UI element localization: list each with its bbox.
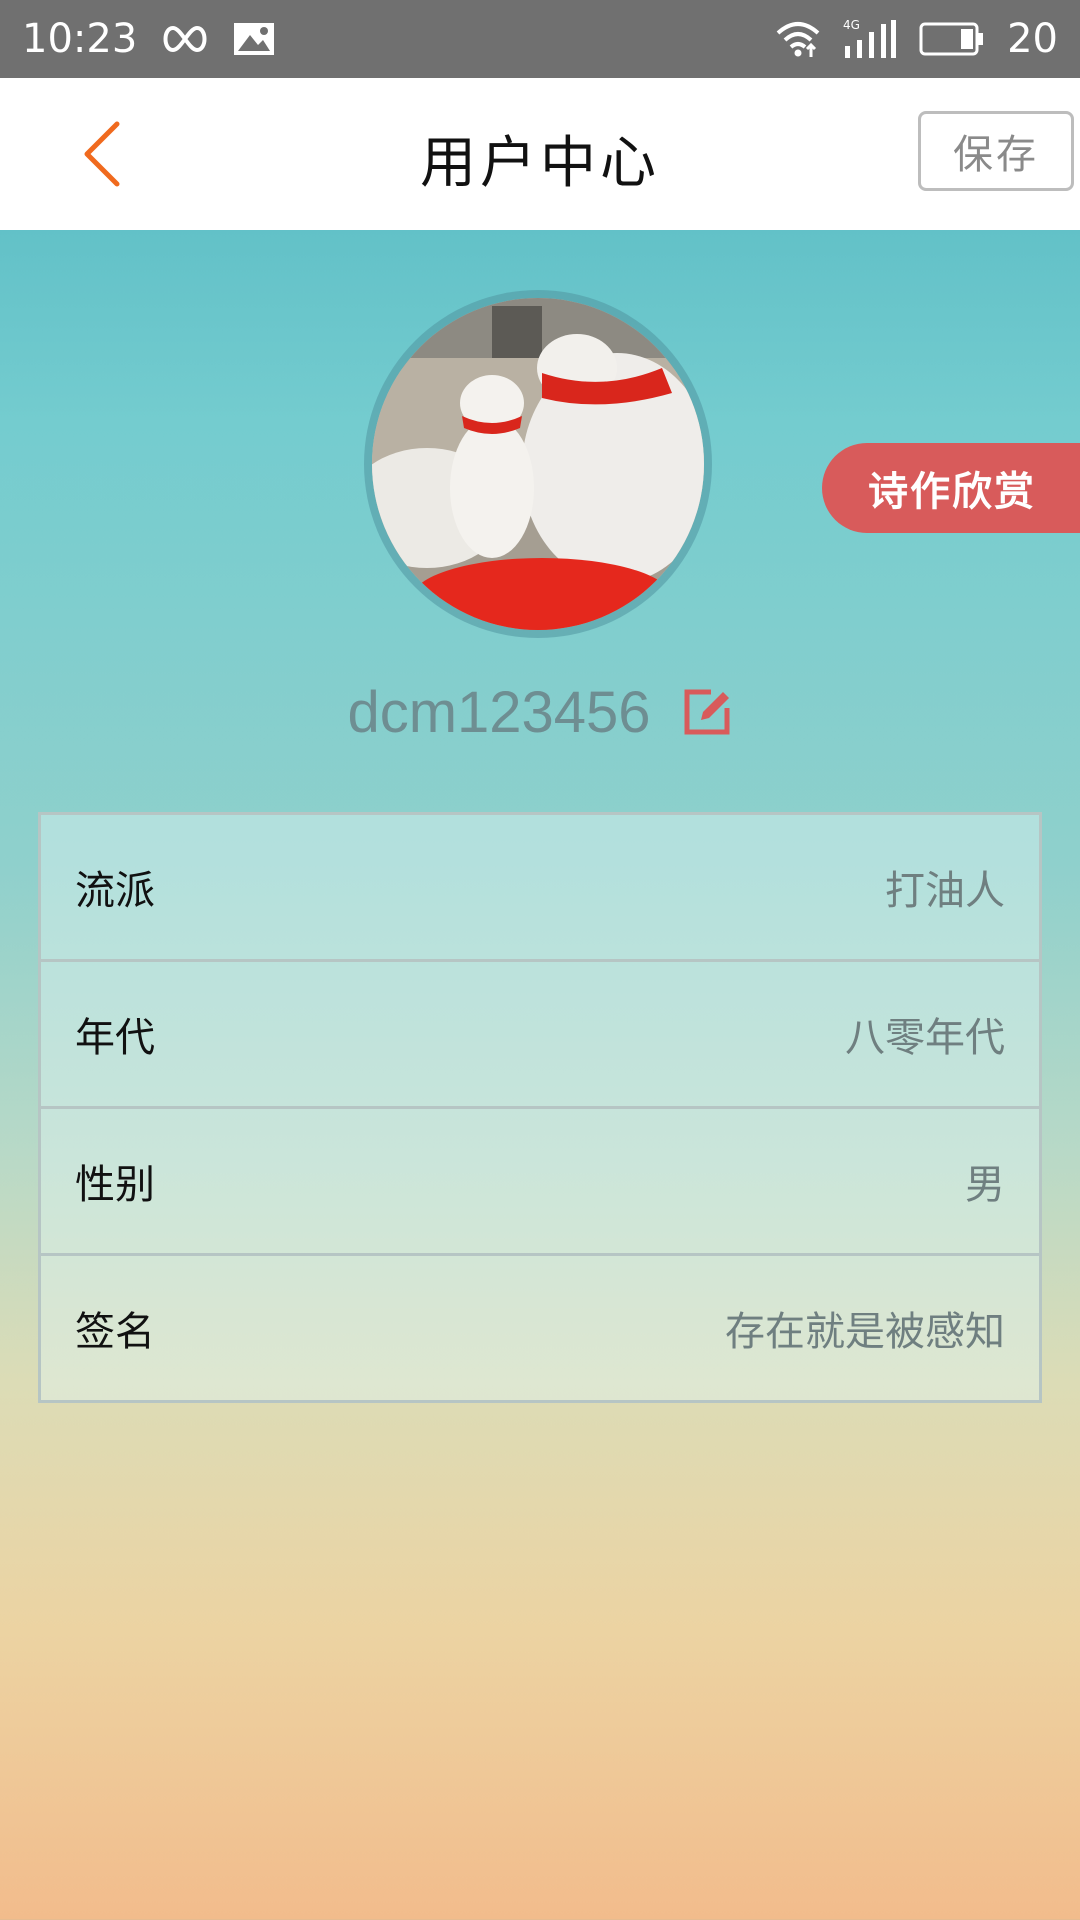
signal-4g-icon: 4G (843, 18, 897, 60)
info-label: 签名 (75, 1309, 155, 1355)
profile-info-list: 流派 打油人 年代 八零年代 性别 男 签名 存在就是被感知 (38, 812, 1042, 1403)
save-button[interactable]: 保存 (918, 111, 1074, 191)
username-row: dcm123456 (0, 672, 1080, 752)
info-label: 性别 (75, 1162, 155, 1208)
info-row-gender[interactable]: 性别 男 (38, 1106, 1042, 1256)
info-row-signature[interactable]: 签名 存在就是被感知 (38, 1253, 1042, 1403)
battery-icon (919, 22, 985, 56)
edit-icon[interactable] (681, 686, 733, 738)
info-value: 八零年代 (845, 1015, 1005, 1061)
info-value: 打油人 (885, 868, 1005, 914)
info-row-school[interactable]: 流派 打油人 (38, 812, 1042, 962)
status-bar: 10:23 4G 20 (0, 0, 1080, 78)
header: 用户中心 保存 (0, 78, 1080, 230)
svg-text:4G: 4G (843, 18, 860, 32)
info-label: 流派 (75, 868, 155, 914)
avatar[interactable] (372, 298, 704, 630)
username: dcm123456 (347, 679, 651, 745)
wifi-icon (775, 19, 821, 59)
battery-level: 20 (1007, 16, 1058, 62)
image-icon (233, 22, 275, 56)
info-row-era[interactable]: 年代 八零年代 (38, 959, 1042, 1109)
info-value: 男 (965, 1162, 1005, 1208)
info-label: 年代 (75, 1015, 155, 1061)
infinity-icon (159, 24, 211, 54)
info-value: 存在就是被感知 (725, 1309, 1005, 1355)
status-time: 10:23 (22, 16, 138, 62)
poetry-appreciation-button[interactable]: 诗作欣赏 (822, 443, 1080, 533)
